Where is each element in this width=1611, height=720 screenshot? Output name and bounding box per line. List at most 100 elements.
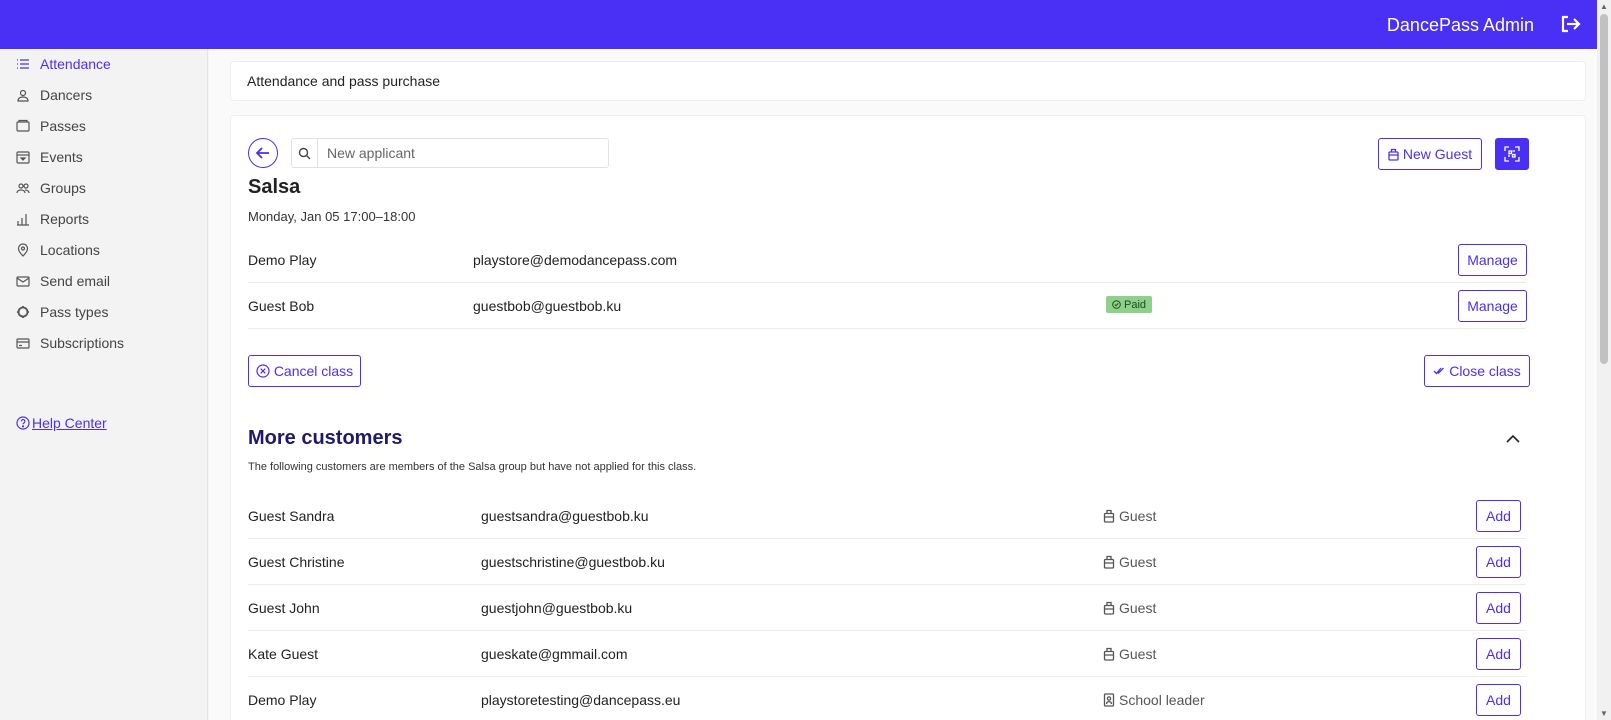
class-title: Salsa [248, 176, 301, 198]
sidebar-item-label: Dancers [40, 87, 93, 103]
calendar-icon [16, 151, 30, 164]
page-scrollbar[interactable]: ▲ ▼ [1597, 0, 1611, 720]
customer-role: Guest [1103, 508, 1156, 524]
add-label: Add [1486, 692, 1511, 708]
sidebar-item-subscriptions[interactable]: Subscriptions [16, 332, 124, 354]
help-center-link[interactable]: Help Center [16, 415, 107, 431]
customer-row: Guest Sandra guestsandra@guestbob.ku Gue… [248, 494, 1526, 539]
search-input[interactable] [318, 139, 608, 167]
class-time: Monday, Jan 05 17:00–18:00 [248, 209, 416, 224]
add-button[interactable]: Add [1476, 638, 1521, 670]
sidebar-item-label: Events [40, 149, 83, 165]
double-check-icon [1433, 367, 1445, 375]
sidebar-item-label: Passes [40, 118, 86, 134]
sidebar-item-dancers[interactable]: Dancers [16, 84, 92, 106]
main-content: Attendance and pass purchase New Guest S… [209, 49, 1597, 720]
customer-role: School leader [1103, 692, 1205, 708]
cancel-circle-icon [256, 364, 270, 378]
customer-name: Guest Christine [248, 554, 345, 570]
customer-name: Kate Guest [248, 646, 319, 662]
customer-email: guestsandra@guestbob.ku [481, 508, 649, 524]
customer-role-label: School leader [1119, 692, 1205, 708]
guest-icon [1103, 509, 1115, 523]
chart-icon [17, 214, 29, 226]
help-center-label: Help Center [32, 415, 107, 431]
attendee-row: Demo Play playstore@demodancepass.com Ma… [248, 238, 1527, 283]
sidebar-item-label: Send email [40, 273, 111, 289]
customer-name: Guest Sandra [248, 508, 335, 524]
guest-icon [1103, 555, 1115, 569]
customer-row: Guest Christine guestschristine@guestbob… [248, 540, 1526, 585]
attendee-email: playstore@demodancepass.com [473, 252, 678, 268]
top-bar: DancePass Admin [0, 0, 1597, 49]
back-button[interactable] [248, 138, 278, 168]
applicant-search [291, 138, 609, 168]
chevron-up-icon[interactable] [1504, 430, 1522, 448]
customer-email: gueskate@gmmail.com [481, 646, 628, 662]
add-label: Add [1486, 600, 1511, 616]
scroll-thumb[interactable] [1600, 14, 1608, 364]
logout-icon[interactable] [1559, 14, 1581, 34]
check-circle-icon [1112, 300, 1121, 309]
add-button[interactable]: Add [1476, 684, 1521, 716]
add-label: Add [1486, 646, 1511, 662]
sidebar-item-label: Subscriptions [40, 335, 125, 351]
scroll-down-arrow-icon[interactable]: ▼ [1600, 709, 1608, 718]
location-icon [17, 243, 29, 257]
sidebar-item-locations[interactable]: Locations [16, 239, 100, 261]
customer-name: Demo Play [248, 692, 317, 708]
scroll-up-arrow-icon[interactable]: ▲ [1600, 2, 1608, 11]
sidebar-item-send-email[interactable]: Send email [16, 270, 110, 292]
list-icon [17, 59, 29, 69]
qr-scan-button[interactable] [1495, 138, 1529, 170]
breadcrumb: Attendance and pass purchase [230, 61, 1586, 101]
arrow-left-icon [255, 147, 269, 159]
guest-icon [1103, 601, 1115, 615]
sidebar: Attendance Dancers Passes Events Groups … [0, 49, 208, 720]
app-title: DancePass Admin [1386, 15, 1534, 35]
customer-row: Kate Guest gueskate@gmmail.com Guest Add [248, 632, 1526, 677]
attendee-name: Demo Play [248, 252, 317, 268]
class-card: New Guest Salsa Monday, Jan 05 17:00–18:… [230, 115, 1586, 720]
id-badge-icon [1103, 693, 1115, 707]
paid-badge: Paid [1106, 296, 1153, 313]
add-button[interactable]: Add [1476, 546, 1521, 578]
manage-label: Manage [1467, 252, 1518, 268]
qr-scan-icon [1504, 146, 1520, 162]
more-customers-description: The following customers are members of t… [248, 461, 697, 473]
close-class-button[interactable]: Close class [1424, 355, 1530, 387]
customer-name: Guest John [248, 600, 320, 616]
add-label: Add [1486, 508, 1511, 524]
sidebar-item-passes[interactable]: Passes [16, 115, 86, 137]
cancel-class-button[interactable]: Cancel class [248, 355, 361, 387]
sidebar-item-groups[interactable]: Groups [16, 177, 86, 199]
mail-icon [16, 276, 30, 287]
customer-role: Guest [1103, 600, 1156, 616]
add-button[interactable]: Add [1476, 592, 1521, 624]
attendee-name: Guest Bob [248, 298, 315, 314]
customer-role: Guest [1103, 554, 1156, 570]
gear-icon [17, 306, 29, 318]
paid-label: Paid [1124, 298, 1147, 311]
guest-icon [1103, 647, 1115, 661]
card-icon [16, 338, 30, 349]
close-class-label: Close class [1449, 363, 1521, 379]
sidebar-item-reports[interactable]: Reports [16, 208, 89, 230]
sidebar-item-pass-types[interactable]: Pass types [16, 301, 108, 323]
sidebar-item-label: Attendance [40, 56, 111, 72]
attendee-row: Guest Bob guestbob@guestbob.ku Paid Mana… [248, 284, 1527, 329]
more-customers-title: More customers [248, 427, 403, 449]
manage-button[interactable]: Manage [1458, 290, 1527, 322]
customer-email: guestschristine@guestbob.ku [481, 554, 665, 570]
sidebar-item-label: Locations [40, 242, 100, 258]
new-guest-button[interactable]: New Guest [1378, 138, 1482, 170]
customer-row: Demo Play playstoretesting@dancepass.eu … [248, 678, 1526, 720]
manage-label: Manage [1467, 298, 1518, 314]
customer-row: Guest John guestjohn@guestbob.ku Guest A… [248, 586, 1526, 631]
sidebar-item-attendance[interactable]: Attendance [16, 53, 111, 75]
manage-button[interactable]: Manage [1458, 244, 1527, 276]
sidebar-item-events[interactable]: Events [16, 146, 83, 168]
search-icon [292, 139, 318, 167]
customer-role-label: Guest [1119, 508, 1157, 524]
add-button[interactable]: Add [1476, 500, 1521, 532]
